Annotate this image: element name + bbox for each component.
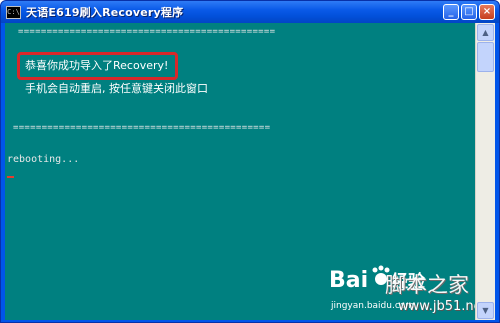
scroll-down-icon[interactable]: ▼ <box>477 302 494 319</box>
separator-top: ========================================… <box>18 27 276 37</box>
window-title: 天语E619刷入Recovery程序 <box>26 6 184 19</box>
maximize-button[interactable]: □ <box>461 4 477 20</box>
minimize-button[interactable]: _ <box>443 4 459 20</box>
separator-bottom: ========================================… <box>13 123 271 133</box>
close-button[interactable]: × <box>479 4 495 20</box>
vertical-scrollbar[interactable]: ▲ ▼ <box>475 23 495 320</box>
watermark-site-url: www.jb51.net <box>398 299 475 314</box>
status-line: rebooting... <box>7 154 80 165</box>
title-bar[interactable]: C:\ 天语E619刷入Recovery程序 _ □ × <box>1 1 499 23</box>
text-cursor <box>7 176 14 178</box>
scroll-up-icon[interactable]: ▲ <box>477 24 494 41</box>
cmd-icon: C:\ <box>6 5 21 19</box>
scroll-thumb[interactable] <box>477 42 494 72</box>
console-output[interactable]: ========================================… <box>5 23 475 320</box>
success-message: 恭喜你成功导入了Recovery! <box>25 59 169 72</box>
restart-message: 手机会自动重启, 按任意键关闭此窗口 <box>25 82 208 95</box>
window-controls: _ □ × <box>443 4 495 20</box>
watermark-logo-bai: Bai <box>329 268 368 293</box>
watermark-site-name: 脚本之家 <box>385 273 469 297</box>
console-window: C:\ 天语E619刷入Recovery程序 _ □ × ===========… <box>0 0 500 323</box>
